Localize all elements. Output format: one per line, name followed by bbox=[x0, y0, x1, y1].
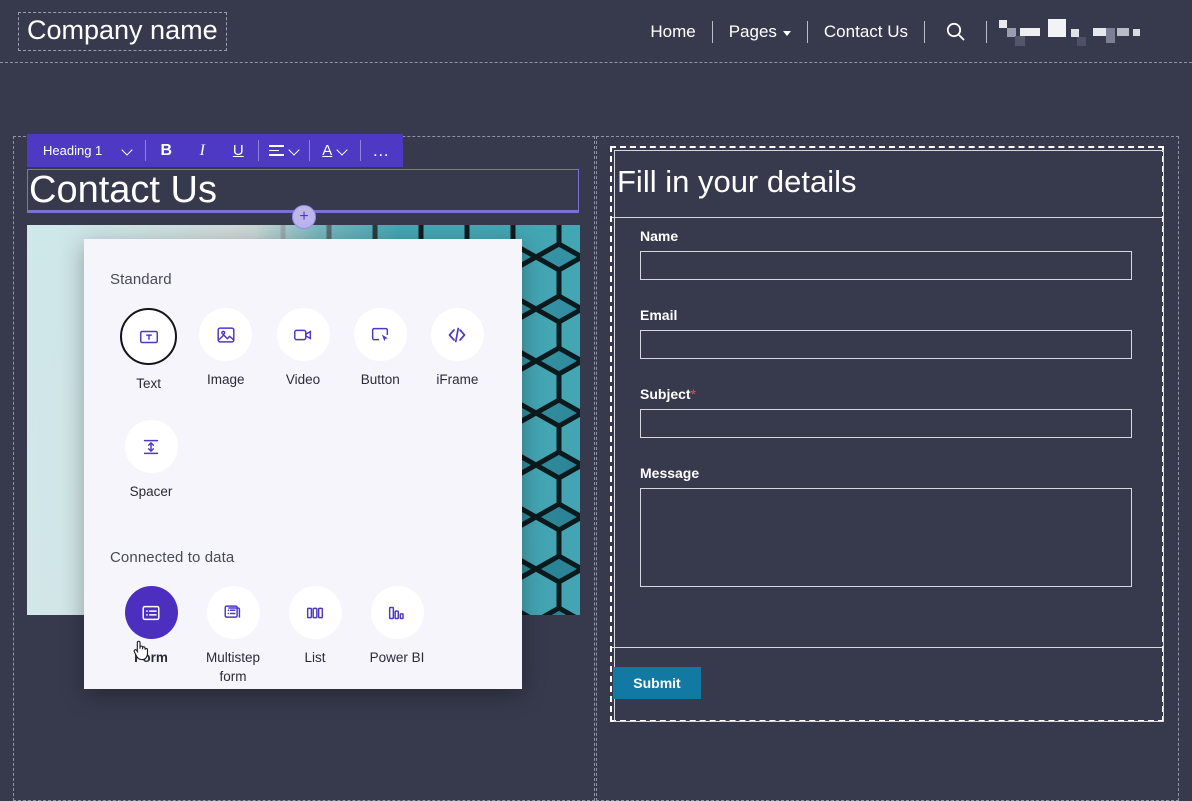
form-field-subject-label: Subject* bbox=[640, 386, 1132, 402]
search-button[interactable] bbox=[925, 21, 986, 42]
connected-section-title: Connected to data bbox=[110, 549, 235, 567]
form-title-divider bbox=[612, 217, 1162, 218]
insert-tile-multistep-form-label: Multistep form bbox=[205, 650, 261, 685]
insert-tile-image[interactable]: Image bbox=[187, 308, 264, 393]
chevron-down-icon bbox=[122, 145, 133, 156]
toolbar-divider bbox=[258, 140, 260, 161]
paragraph-style-dropdown[interactable]: Heading 1 bbox=[31, 134, 143, 167]
ellipsis-icon: … bbox=[372, 140, 391, 160]
nav-item-contact-us[interactable]: Contact Us bbox=[808, 22, 924, 42]
standard-tile-row-2: Spacer bbox=[110, 420, 496, 501]
insert-tile-power-bi-label: Power BI bbox=[369, 650, 425, 666]
chevron-down-icon bbox=[289, 145, 300, 156]
spacer-icon-circle bbox=[124, 420, 178, 474]
bold-button[interactable]: B bbox=[148, 134, 184, 167]
form-field-email: Email bbox=[640, 307, 1132, 359]
insert-tile-power-bi[interactable]: Power BI bbox=[356, 586, 438, 686]
nav-item-pages[interactable]: Pages bbox=[713, 22, 807, 42]
paragraph-style-value: Heading 1 bbox=[43, 143, 103, 158]
hand-pointer-cursor-icon bbox=[133, 640, 149, 661]
image-icon bbox=[217, 326, 235, 343]
toolbar-divider bbox=[309, 140, 311, 161]
multistep-icon bbox=[224, 605, 241, 618]
video-icon bbox=[294, 329, 312, 340]
add-component-button[interactable]: + bbox=[292, 205, 316, 229]
form-icon-circle bbox=[124, 586, 178, 640]
insert-tile-video[interactable]: Video bbox=[264, 308, 341, 393]
insert-tile-multistep-form[interactable]: Multistep form bbox=[192, 586, 274, 686]
form-title: Fill in your details bbox=[617, 164, 857, 199]
form-field-email-label: Email bbox=[640, 307, 678, 323]
text-icon-circle bbox=[120, 308, 178, 365]
list-icon bbox=[306, 607, 324, 619]
underline-button[interactable]: U bbox=[220, 134, 256, 167]
button-icon bbox=[372, 327, 389, 341]
image-icon-circle bbox=[199, 308, 253, 361]
insert-tile-spacer[interactable]: Spacer bbox=[110, 420, 192, 501]
form-field-message: Message bbox=[640, 465, 1132, 587]
font-color-label: A bbox=[322, 142, 333, 159]
font-color-button[interactable]: A bbox=[312, 134, 358, 167]
text-align-button[interactable] bbox=[261, 134, 307, 167]
email-input[interactable] bbox=[640, 330, 1132, 359]
form-field-subject: Subject* bbox=[640, 386, 1132, 438]
form-icon bbox=[142, 605, 160, 620]
insert-component-panel: Standard Text Image Video Button iFrame … bbox=[84, 239, 522, 689]
chevron-down-icon bbox=[782, 31, 791, 36]
nav-item-pages-label: Pages bbox=[728, 21, 777, 41]
name-input[interactable] bbox=[640, 251, 1132, 280]
search-icon bbox=[946, 22, 965, 41]
multistep-icon-circle bbox=[206, 586, 260, 640]
insert-tile-video-label: Video bbox=[285, 372, 321, 387]
site-header: Company name Home Pages Contact Us bbox=[0, 0, 1192, 63]
insert-tile-button-label: Button bbox=[360, 372, 400, 387]
message-textarea[interactable] bbox=[640, 488, 1132, 587]
powerbi-icon-circle bbox=[370, 586, 424, 640]
standard-section-title: Standard bbox=[110, 271, 172, 288]
more-options-button[interactable]: … bbox=[363, 134, 399, 167]
code-icon-circle bbox=[430, 308, 484, 361]
toolbar-divider bbox=[145, 140, 147, 161]
standard-tile-row-1: Text Image Video Button iFrame bbox=[110, 308, 496, 393]
heading-text[interactable]: Contact Us bbox=[28, 171, 217, 209]
insert-tile-form[interactable]: Form bbox=[110, 586, 192, 686]
nav-item-home-label: Home bbox=[650, 21, 696, 41]
main-navigation: Home Pages Contact Us bbox=[634, 0, 1182, 63]
insert-tile-button[interactable]: Button bbox=[342, 308, 419, 393]
formatting-toolbar: Heading 1 B I U A … bbox=[27, 134, 404, 167]
italic-button[interactable]: I bbox=[184, 134, 220, 167]
insert-tile-iframe-label: iFrame bbox=[436, 372, 479, 387]
form-field-name-label: Name bbox=[640, 228, 679, 244]
insert-tile-text[interactable]: Text bbox=[110, 308, 187, 393]
insert-tile-image-label: Image bbox=[207, 372, 245, 387]
spacer-icon bbox=[143, 439, 159, 454]
insert-tile-iframe[interactable]: iFrame bbox=[419, 308, 496, 393]
subject-input[interactable] bbox=[640, 409, 1132, 438]
toolbar-divider bbox=[360, 140, 362, 161]
nav-item-home[interactable]: Home bbox=[634, 22, 711, 42]
submit-button[interactable]: Submit bbox=[613, 667, 701, 699]
insert-tile-spacer-label: Spacer bbox=[129, 484, 173, 500]
required-marker: * bbox=[690, 386, 697, 402]
insert-tile-list[interactable]: List bbox=[274, 586, 356, 686]
text-icon bbox=[139, 330, 158, 343]
powerbi-icon bbox=[388, 606, 404, 620]
form-field-name: Name bbox=[640, 228, 1132, 280]
brand-logo-box[interactable]: Company name bbox=[18, 12, 227, 51]
insert-tile-text-label: Text bbox=[136, 376, 161, 391]
list-icon-circle bbox=[288, 586, 342, 640]
form-field-subject-text: Subject bbox=[640, 386, 691, 402]
form-field-message-label: Message bbox=[640, 465, 700, 481]
insert-tile-list-label: List bbox=[304, 650, 326, 666]
align-left-icon bbox=[268, 145, 284, 156]
connected-tile-row: Form Multistep form List Power BI bbox=[110, 586, 496, 686]
nav-item-contact-us-label: Contact Us bbox=[823, 21, 908, 41]
button-icon-circle bbox=[353, 308, 407, 361]
brand-name: Company name bbox=[27, 15, 218, 46]
chevron-down-icon bbox=[337, 145, 348, 156]
code-icon bbox=[449, 327, 466, 342]
redacted-user-area[interactable] bbox=[987, 17, 1182, 47]
video-icon-circle bbox=[276, 308, 330, 361]
form-footer-divider bbox=[612, 647, 1162, 648]
